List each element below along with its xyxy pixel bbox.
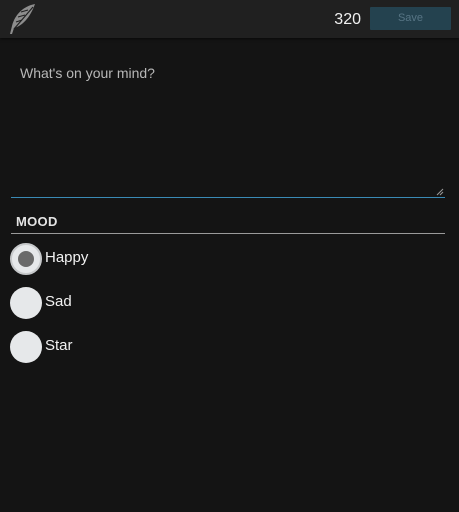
mood-section-header: MOOD (11, 211, 445, 234)
radio-button[interactable] (10, 331, 42, 363)
radio-label-happy[interactable]: Happy (45, 249, 88, 266)
mood-option-star[interactable]: Star (10, 331, 310, 363)
save-button[interactable]: Save (370, 7, 451, 30)
compose-textarea[interactable] (11, 54, 445, 198)
radio-button[interactable] (10, 287, 42, 319)
top-bar: 320 Save (0, 0, 459, 38)
character-counter: 320 (334, 11, 361, 28)
radio-selected-dot (18, 251, 34, 267)
mood-title: MOOD (16, 214, 58, 229)
radio-label-sad[interactable]: Sad (45, 293, 72, 310)
radio-label-star[interactable]: Star (45, 337, 73, 354)
mood-option-sad[interactable]: Sad (10, 287, 310, 319)
resize-handle-icon[interactable] (436, 188, 444, 196)
feather-icon (10, 4, 35, 34)
radio-button-checked[interactable] (10, 243, 42, 275)
mood-option-happy[interactable]: Happy (10, 243, 310, 275)
